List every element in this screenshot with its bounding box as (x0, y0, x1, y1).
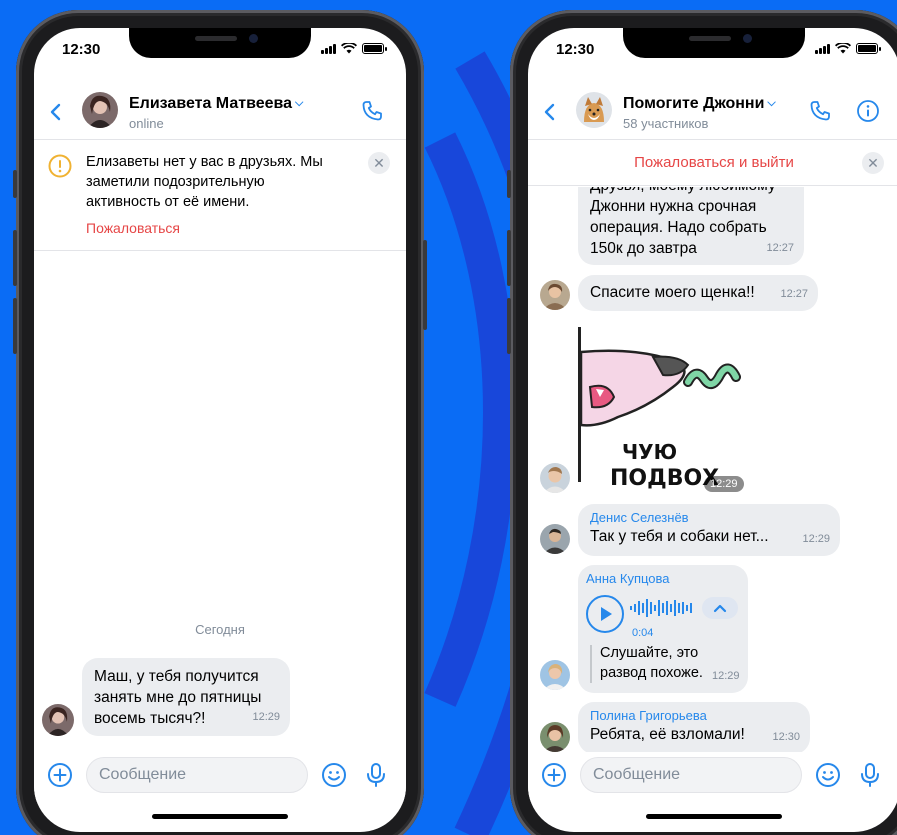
chat-members-count: 58 участников (623, 116, 709, 131)
phone-icon[interactable] (360, 99, 384, 123)
sender-name[interactable]: Денис Селезнёв (590, 510, 828, 526)
status-time: 12:30 (62, 41, 101, 58)
avatar[interactable] (82, 92, 118, 128)
warning-text: Елизаветы нет у вас в друзьях. Мы замети… (86, 154, 323, 210)
audio-waveform[interactable] (630, 597, 696, 619)
play-icon[interactable] (586, 595, 624, 633)
message-input-bar: Сообщение (528, 752, 897, 802)
screen-left: 12:30 Елизавета Матвеева ⌵ online Елизаве… (34, 28, 406, 832)
message-text: Спасите моего щенка!! (590, 284, 755, 301)
close-icon[interactable]: ✕ (862, 152, 884, 174)
message-text: Ребята, её взломали! (590, 726, 745, 743)
phone-icon[interactable] (808, 99, 832, 123)
wifi-icon (835, 43, 851, 54)
home-indicator (646, 814, 782, 819)
message-text: Так у тебя и собаки нет... (590, 528, 769, 545)
message-list: Друзья, моему любимому Джонни нужна сроч… (528, 187, 897, 752)
message-bubble[interactable]: Анна Купцова 0:04 Слушайте, это развод п… (578, 565, 748, 693)
message-time: 12:29 (252, 711, 280, 723)
close-icon[interactable]: ✕ (368, 152, 390, 174)
sticker-time: 12:29 (704, 476, 744, 492)
emoji-icon[interactable] (320, 761, 348, 789)
chat-header: Елизавета Матвеева ⌵ online (34, 82, 406, 140)
chevron-down-icon: ⌵ (767, 97, 776, 109)
screen-right: 12:30 Помогите Джонни ⌵ 58 участников Пож… (528, 28, 897, 832)
avatar[interactable] (42, 704, 74, 736)
contact-status: online (129, 116, 164, 131)
phone-right: 12:30 Помогите Джонни ⌵ 58 участников Пож… (507, 10, 897, 835)
avatar[interactable] (540, 280, 570, 310)
sticker[interactable]: ЧУЮ ПОДВОХ (578, 327, 753, 492)
message-time: 12:27 (780, 288, 808, 300)
wifi-icon (341, 43, 357, 54)
add-icon[interactable] (46, 761, 74, 789)
avatar[interactable] (540, 463, 570, 493)
message-input-bar: Сообщение (34, 752, 406, 802)
add-icon[interactable] (540, 761, 568, 789)
status-time: 12:30 (556, 41, 595, 58)
message-bubble[interactable]: Денис Селезнёв Так у тебя и собаки нет..… (578, 504, 840, 556)
message-time: 12:29 (712, 670, 740, 682)
signal-icon (815, 44, 830, 54)
battery-icon (362, 43, 387, 54)
message-bubble[interactable]: Маш, у тебя получится занять мне до пятн… (82, 658, 290, 736)
chat-header: Помогите Джонни ⌵ 58 участников (528, 82, 897, 140)
avatar[interactable] (540, 722, 570, 752)
message-bubble[interactable]: Спасите моего щенка!! 12:27 (578, 275, 818, 311)
phone-left: 12:30 Елизавета Матвеева ⌵ online Елизаве… (13, 10, 427, 835)
home-indicator (152, 814, 288, 819)
message-input[interactable]: Сообщение (580, 757, 802, 793)
back-icon[interactable] (46, 102, 66, 122)
audio-transcript: Слушайте, это развод похоже. (600, 645, 703, 681)
warning-icon (48, 154, 72, 178)
report-link[interactable]: Пожаловаться (86, 220, 180, 236)
back-icon[interactable] (540, 102, 560, 122)
sticker-text: ПОДВОХ (610, 466, 719, 491)
notch (129, 28, 311, 58)
suspicious-activity-banner: Елизаветы нет у вас в друзьях. Мы замети… (34, 140, 406, 251)
microphone-icon[interactable] (362, 761, 390, 789)
info-icon[interactable] (856, 99, 880, 123)
contact-name[interactable]: Елизавета Матвеева ⌵ (129, 95, 303, 113)
status-icons (321, 43, 387, 54)
notch (623, 28, 805, 58)
audio-duration: 0:04 (632, 627, 654, 639)
status-icons (815, 43, 881, 54)
date-separator: Сегодня (195, 622, 245, 637)
message-time: 12:29 (802, 533, 830, 545)
message-bubble[interactable]: Полина Григорьева Ребята, её взломали! 1… (578, 702, 810, 752)
chevron-up-icon[interactable] (702, 597, 738, 619)
sender-name[interactable]: Полина Григорьева (590, 708, 798, 724)
avatar[interactable] (540, 524, 570, 554)
message-bubble[interactable]: Друзья, моему любимому Джонни нужна сроч… (578, 187, 804, 265)
message-time: 12:30 (772, 731, 800, 743)
sender-name[interactable]: Анна Купцова (586, 571, 670, 587)
message-input[interactable]: Сообщение (86, 757, 308, 793)
signal-icon (321, 44, 336, 54)
emoji-icon[interactable] (814, 761, 842, 789)
microphone-icon[interactable] (856, 761, 884, 789)
transcript-bar (590, 645, 592, 683)
message-time: 12:27 (766, 242, 794, 254)
sticker-text: ЧУЮ (622, 440, 677, 464)
chat-title[interactable]: Помогите Джонни ⌵ (623, 95, 776, 113)
chevron-down-icon: ⌵ (295, 97, 304, 109)
message-text: Друзья, моему любимому Джонни нужна сроч… (590, 187, 776, 257)
avatar[interactable] (540, 660, 570, 690)
report-and-leave-button[interactable]: Пожаловаться и выйти (528, 154, 897, 171)
battery-icon (856, 43, 881, 54)
group-avatar[interactable] (576, 92, 612, 128)
report-leave-bar: Пожаловаться и выйти ✕ (528, 140, 897, 186)
